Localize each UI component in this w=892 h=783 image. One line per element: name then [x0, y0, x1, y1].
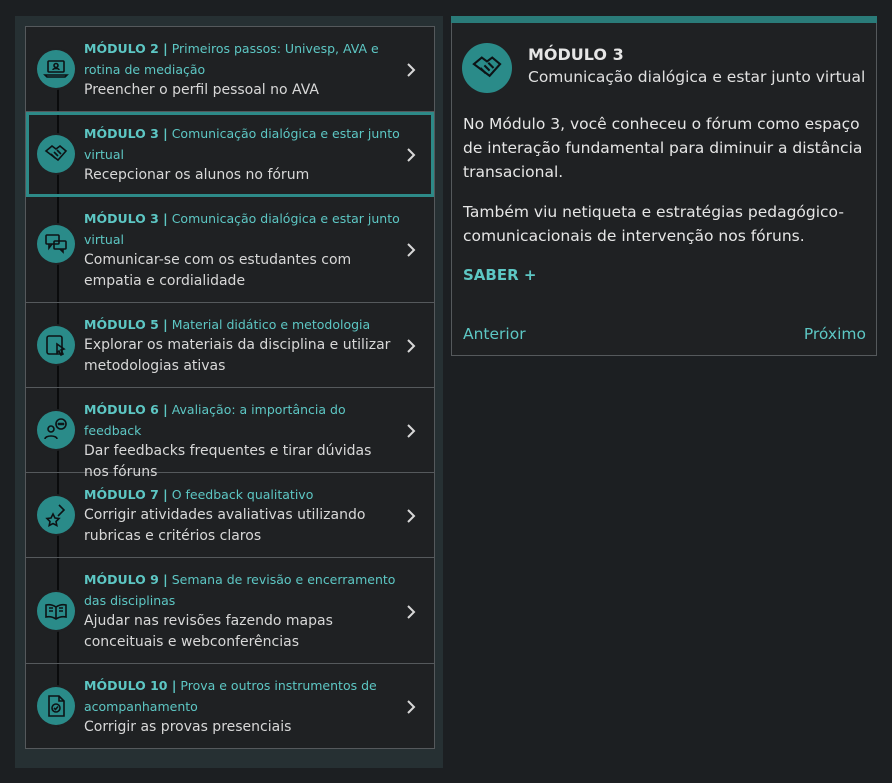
chevron-right-icon — [406, 62, 416, 77]
module-task: Corrigir as provas presenciais — [84, 719, 292, 735]
module-detail-panel: MÓDULO 3 Comunicação dialógica e estar j… — [451, 16, 877, 356]
module-timeline-panel: MÓDULO 2 | Primeiros passos: Univesp, AV… — [15, 16, 443, 768]
chat-bubbles-icon — [37, 225, 75, 263]
previous-link[interactable]: Anterior — [463, 325, 526, 343]
module-number: MÓDULO 5 | — [84, 317, 168, 332]
module-item[interactable]: MÓDULO 2 | Primeiros passos: Univesp, AV… — [26, 27, 434, 112]
detail-title: MÓDULO 3 — [528, 45, 624, 64]
chevron-right-icon — [406, 508, 416, 523]
module-list: MÓDULO 2 | Primeiros passos: Univesp, AV… — [25, 26, 435, 749]
module-item-active[interactable]: MÓDULO 3 | Comunicação dialógica e estar… — [26, 112, 434, 197]
next-link[interactable]: Próximo — [804, 325, 866, 343]
saber-mais-link[interactable]: SABER + — [463, 266, 536, 284]
module-item[interactable]: MÓDULO 9 | Semana de revisão e encerrame… — [26, 558, 434, 664]
module-number: MÓDULO 7 | — [84, 487, 168, 502]
module-task: Explorar os materiais da disciplina e ut… — [84, 337, 391, 374]
handshake-icon — [37, 135, 75, 173]
handshake-icon — [462, 43, 512, 93]
module-item[interactable]: MÓDULO 7 | O feedback qualitativo Corrig… — [26, 473, 434, 558]
chevron-right-icon — [406, 423, 416, 438]
detail-paragraph: Também viu netiqueta e estratégias pedag… — [463, 203, 844, 245]
module-number: MÓDULO 2 | — [84, 41, 168, 56]
detail-top-bar — [451, 16, 877, 23]
module-number: MÓDULO 6 | — [84, 402, 168, 417]
module-task: Ajudar nas revisões fazendo mapas concei… — [84, 613, 333, 650]
document-check-icon — [37, 687, 75, 725]
module-task: Comunicar-se com os estudantes com empat… — [84, 252, 352, 289]
module-title: Material didático e metodologia — [171, 317, 371, 332]
chevron-right-icon — [406, 604, 416, 619]
star-pen-icon — [37, 496, 75, 534]
module-number: MÓDULO 3 | — [84, 211, 168, 226]
module-task: Corrigir atividades avaliativas utilizan… — [84, 507, 366, 544]
detail-subtitle: Comunicação dialógica e estar junto virt… — [528, 68, 866, 86]
chevron-right-icon — [406, 147, 416, 162]
module-number: MÓDULO 9 | — [84, 572, 168, 587]
module-number: MÓDULO 3 | — [84, 126, 168, 141]
module-item[interactable]: MÓDULO 6 | Avaliação: a importância do f… — [26, 388, 434, 480]
open-book-icon — [37, 592, 75, 630]
module-task: Recepcionar os alunos no fórum — [84, 167, 310, 183]
chevron-right-icon — [406, 338, 416, 353]
module-number: MÓDULO 10 | — [84, 678, 177, 693]
tablet-cursor-icon — [37, 326, 75, 364]
module-task: Preencher o perfil pessoal no AVA — [84, 82, 319, 98]
module-item[interactable]: MÓDULO 3 | Comunicação dialógica e estar… — [26, 197, 434, 303]
chevron-right-icon — [406, 242, 416, 257]
chevron-right-icon — [406, 699, 416, 714]
detail-paragraph: No Módulo 3, você conheceu o fórum como … — [463, 115, 863, 181]
module-item[interactable]: MÓDULO 10 | Prova e outros instrumentos … — [26, 664, 434, 748]
module-item[interactable]: MÓDULO 5 | Material didático e metodolog… — [26, 303, 434, 388]
person-speech-icon — [37, 411, 75, 449]
laptop-icon — [37, 50, 75, 88]
module-title: O feedback qualitativo — [171, 487, 314, 502]
detail-body: No Módulo 3, você conheceu o fórum como … — [463, 112, 868, 264]
